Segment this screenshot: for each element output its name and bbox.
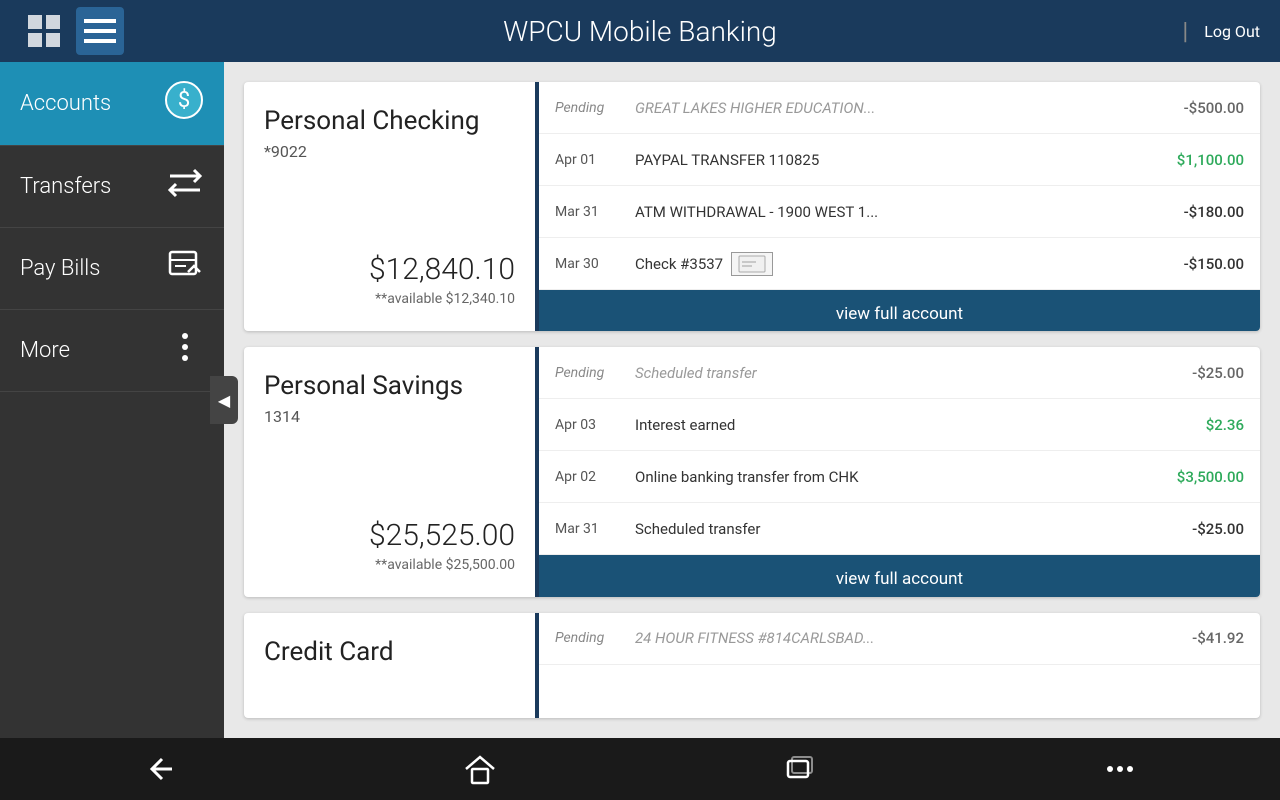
- view-full-account-checking[interactable]: view full account: [539, 290, 1260, 331]
- checking-balance-amount: $12,840.10: [264, 252, 515, 287]
- transaction-row: Mar 31 ATM WITHDRAWAL - 1900 WEST 1... -…: [539, 186, 1260, 238]
- tx-desc: 24 HOUR FITNESS #814CARLSBAD...: [635, 629, 1144, 647]
- tx-desc: PAYPAL TRANSFER 110825: [635, 151, 1144, 169]
- tx-amount: $1,100.00: [1144, 151, 1244, 169]
- savings-account-number: 1314: [264, 407, 515, 426]
- svg-text:$: $: [178, 88, 190, 113]
- tx-amount: -$25.00: [1144, 364, 1244, 382]
- credit-transactions: Pending 24 HOUR FITNESS #814CARLSBAD... …: [539, 613, 1260, 718]
- account-right-savings: Pending Scheduled transfer -$25.00 Apr 0…: [539, 347, 1260, 596]
- account-card-credit: Credit Card Pending 24 HOUR FITNESS #814…: [244, 613, 1260, 718]
- sidebar-more-label: More: [20, 338, 70, 363]
- divider: |: [1182, 17, 1188, 45]
- tx-amount: -$180.00: [1144, 203, 1244, 221]
- home-button[interactable]: [450, 748, 510, 790]
- savings-account-name: Personal Savings: [264, 371, 515, 401]
- list-view-button[interactable]: [76, 7, 124, 55]
- checking-balance-available: **available $12,340.10: [264, 291, 515, 307]
- sidebar: Accounts $ Transfers Pay Bills: [0, 62, 224, 738]
- back-button[interactable]: [130, 748, 190, 790]
- sidebar-item-paybills[interactable]: Pay Bills: [0, 228, 224, 310]
- tx-date: Mar 31: [555, 521, 635, 537]
- account-card-checking: Personal Checking *9022 $12,840.10 **ava…: [244, 82, 1260, 331]
- tx-amount: $2.36: [1144, 416, 1244, 434]
- transaction-row: Pending Scheduled transfer -$25.00: [539, 347, 1260, 399]
- transaction-row: Mar 30 Check #3537 -$150.00: [539, 238, 1260, 290]
- tx-date: Apr 01: [555, 152, 635, 168]
- transfers-icon: [166, 164, 204, 209]
- savings-balance-amount: $25,525.00: [264, 518, 515, 553]
- tx-amount: -$500.00: [1144, 99, 1244, 117]
- account-left-savings: Personal Savings 1314 $25,525.00 **avail…: [244, 347, 539, 596]
- tx-date: Mar 31: [555, 204, 635, 220]
- content-area: Personal Checking *9022 $12,840.10 **ava…: [224, 62, 1280, 738]
- tx-date: Pending: [555, 365, 635, 381]
- checking-transactions: Pending GREAT LAKES HIGHER EDUCATION... …: [539, 82, 1260, 290]
- transaction-row: Pending GREAT LAKES HIGHER EDUCATION... …: [539, 82, 1260, 134]
- bottom-more-button[interactable]: [1090, 748, 1150, 790]
- transaction-row: Apr 03 Interest earned $2.36: [539, 399, 1260, 451]
- tx-desc: Check #3537: [635, 252, 1144, 276]
- tx-date: Mar 30: [555, 256, 635, 272]
- recent-apps-button[interactable]: [770, 748, 830, 790]
- savings-balance: $25,525.00 **available $25,500.00: [264, 518, 515, 573]
- bottom-nav: [0, 738, 1280, 800]
- tx-desc: Scheduled transfer: [635, 520, 1144, 538]
- checking-balance: $12,840.10 **available $12,340.10: [264, 252, 515, 307]
- tx-amount: -$25.00: [1144, 520, 1244, 538]
- paybills-icon: [166, 246, 204, 291]
- account-right-credit: Pending 24 HOUR FITNESS #814CARLSBAD... …: [539, 613, 1260, 718]
- checking-account-number: *9022: [264, 142, 515, 161]
- sidebar-item-more[interactable]: More: [0, 310, 224, 392]
- credit-account-name: Credit Card: [264, 637, 515, 667]
- tx-date: Apr 03: [555, 417, 635, 433]
- tx-date: Pending: [555, 100, 635, 116]
- tx-amount: $3,500.00: [1144, 468, 1244, 486]
- transaction-row: Mar 31 Scheduled transfer -$25.00: [539, 503, 1260, 555]
- account-left-checking: Personal Checking *9022 $12,840.10 **ava…: [244, 82, 539, 331]
- accounts-icon: $: [164, 80, 204, 127]
- sidebar-item-accounts[interactable]: Accounts $: [0, 62, 224, 146]
- tx-desc: Interest earned: [635, 416, 1144, 434]
- transaction-row: Pending 24 HOUR FITNESS #814CARLSBAD... …: [539, 613, 1260, 665]
- sidebar-accounts-label: Accounts: [20, 91, 111, 116]
- check-image-icon: [731, 252, 773, 276]
- grid-view-button[interactable]: [20, 7, 68, 55]
- tx-desc: Online banking transfer from CHK: [635, 468, 1144, 486]
- savings-balance-available: **available $25,500.00: [264, 557, 515, 573]
- logout-button[interactable]: Log Out: [1204, 22, 1260, 41]
- sidebar-paybills-label: Pay Bills: [20, 256, 100, 281]
- tx-amount: -$150.00: [1144, 255, 1244, 273]
- tx-desc: Scheduled transfer: [635, 364, 1144, 382]
- account-card-savings: Personal Savings 1314 $25,525.00 **avail…: [244, 347, 1260, 596]
- credit-balance: [264, 693, 515, 697]
- sidebar-item-transfers[interactable]: Transfers: [0, 146, 224, 228]
- tx-desc: ATM WITHDRAWAL - 1900 WEST 1...: [635, 203, 1144, 221]
- account-left-credit: Credit Card: [244, 613, 539, 718]
- transaction-row: Apr 02 Online banking transfer from CHK …: [539, 451, 1260, 503]
- app-title: WPCU Mobile Banking: [180, 15, 1100, 48]
- top-bar: WPCU Mobile Banking | Log Out: [0, 0, 1280, 62]
- transaction-row: Apr 01 PAYPAL TRANSFER 110825 $1,100.00: [539, 134, 1260, 186]
- more-icon: [166, 328, 204, 373]
- tx-amount: -$41.92: [1144, 629, 1244, 647]
- checking-account-name: Personal Checking: [264, 106, 515, 136]
- account-right-checking: Pending GREAT LAKES HIGHER EDUCATION... …: [539, 82, 1260, 331]
- tx-date: Apr 02: [555, 469, 635, 485]
- tx-date: Pending: [555, 630, 635, 646]
- view-full-account-savings[interactable]: view full account: [539, 555, 1260, 596]
- sidebar-collapse-button[interactable]: ◀: [210, 376, 238, 424]
- savings-transactions: Pending Scheduled transfer -$25.00 Apr 0…: [539, 347, 1260, 555]
- tx-desc: GREAT LAKES HIGHER EDUCATION...: [635, 99, 1144, 117]
- sidebar-transfers-label: Transfers: [20, 174, 111, 199]
- main-layout: Accounts $ Transfers Pay Bills: [0, 62, 1280, 738]
